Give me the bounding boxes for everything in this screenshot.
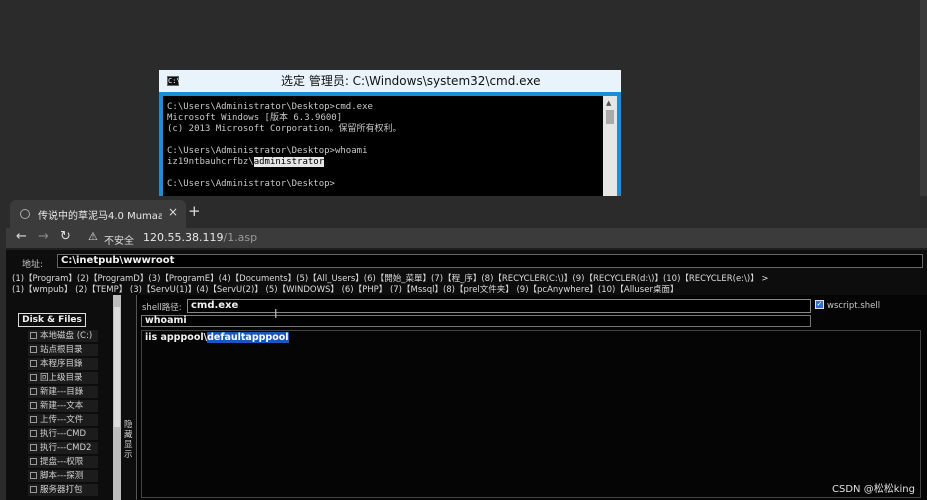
cmd-scroll-thumb[interactable] (606, 110, 614, 124)
sidebar-item[interactable]: 执行---CMD (28, 428, 98, 440)
browser-window: 传说中的草泥马4.0 Mumaasp.c × + ← → ↻ ⚠ 不安全 120… (6, 196, 927, 500)
terminal-icon (30, 444, 37, 451)
cmd-blank-line (167, 168, 599, 179)
terminal-icon (30, 430, 37, 437)
browser-toolbar: ← → ↻ ⚠ 不安全 120.55.38.119/1.asp (6, 228, 927, 248)
scroll-up-icon[interactable]: ▲ (606, 99, 611, 107)
upload-icon (30, 416, 37, 423)
cmd-line: (c) 2013 Microsoft Corporation。保留所有权利。 (167, 124, 402, 134)
sidebar-item[interactable]: 执行---CMD2 (28, 442, 98, 454)
folder-icon (30, 332, 37, 339)
sidebar-item-label: 本地磁盘 (C:) (40, 331, 93, 341)
url-path: /1.asp (223, 231, 258, 244)
sidebar-item-label: 执行---CMD2 (40, 443, 92, 453)
sidebar-item-label: 回上级目录 (40, 373, 83, 383)
wscript-label: wscript.shell (827, 301, 881, 311)
wscript-checkbox[interactable]: ✓ (815, 300, 824, 309)
sidebar-scrollbar[interactable] (113, 295, 121, 500)
cmd-line: C:\Users\Administrator\Desktop>whoami (167, 146, 368, 156)
tab-title: 传说中的草泥马4.0 Mumaasp.c (38, 211, 162, 222)
watermark: CSDN @松松king (832, 484, 915, 495)
file-icon (30, 402, 37, 409)
script-icon (30, 472, 37, 479)
sidebar-item[interactable]: 新建---文本 (28, 400, 98, 412)
cmd-line: C:\Users\Administrator\Desktop>cmd.exe (167, 102, 373, 112)
text-cursor-icon: I (274, 307, 278, 321)
folder-icon (30, 374, 37, 381)
new-tab-button[interactable]: + (188, 202, 201, 220)
cmd-whoami-output: iz19ntbauhcrfbz\administrator (167, 157, 599, 168)
cmd-scrollbar[interactable]: ▲ (603, 96, 617, 198)
sidebar-item-label: 新建---文本 (40, 401, 84, 411)
command-output[interactable]: iis apppool\defaultapppool (141, 330, 921, 498)
sidebar-item-label: 脚本---探测 (40, 471, 84, 481)
shortcut-links-row-2[interactable]: (1)【wmpub】 (2)【TEMP】 (3)【ServU(1)】(4)【Se… (12, 283, 678, 295)
security-label[interactable]: 不安全 (104, 232, 134, 247)
folder-icon (30, 346, 37, 353)
sidebar-item-label: 本程序目錄 (40, 359, 83, 369)
sidebar-item[interactable]: 本程序目錄 (28, 358, 98, 370)
sidebar-item[interactable]: 脚本---探测 (28, 470, 98, 482)
sidebar-item-label: 执行---CMD (40, 429, 87, 439)
cmd-console[interactable]: C:\Users\Administrator\Desktop>cmd.exe M… (163, 96, 603, 198)
url-bar[interactable]: 120.55.38.119/1.asp (143, 231, 257, 244)
cmd-blank-line (167, 135, 599, 146)
cmd-line: C:\Users\Administrator\Desktop> (167, 179, 335, 189)
sidebar-item-label: 新建---目錄 (40, 387, 84, 397)
sidebar-item-label: 服务器打包 (40, 485, 83, 495)
cmd-line: Microsoft Windows [版本 6.3.9600] (167, 113, 343, 123)
sidebar-scroll-thumb[interactable] (114, 307, 120, 427)
address-label: 地址: (22, 260, 44, 270)
reload-icon[interactable]: ↻ (60, 229, 71, 244)
forward-arrow-icon[interactable]: → (38, 229, 49, 244)
cmd-window[interactable]: C:\ 选定 管理员: C:\Windows\system32\cmd.exe … (159, 70, 621, 198)
command-input[interactable]: whoami (141, 315, 811, 327)
output-prefix: iis apppool\ (145, 332, 208, 343)
address-input[interactable]: C:\inetpub\wwwroot (57, 254, 923, 268)
folder-icon (30, 388, 37, 395)
url-host: 120.55.38.119 (143, 231, 224, 244)
sidebar-item-label: 提盘---权限 (40, 457, 84, 467)
desktop-edge (920, 0, 927, 198)
cmd-hostname: iz19ntbauhcrfbz\ (167, 157, 254, 167)
cmd-icon: C:\ (167, 76, 181, 86)
sidebar-item[interactable]: 上传---文件 (28, 414, 98, 426)
shell-path-label: shell路径: (142, 303, 182, 313)
globe-icon (20, 209, 30, 219)
key-icon (30, 458, 37, 465)
warning-icon[interactable]: ⚠ (88, 230, 98, 243)
folder-icon (30, 360, 37, 367)
close-icon[interactable]: × (168, 205, 178, 219)
output-selected-text: defaultapppool (207, 332, 289, 343)
page-content: 地址: C:\inetpub\wwwroot (1)【Program】(2)【P… (6, 250, 927, 500)
shell-panel: shell路径: cmd.exe ✓ wscript.shell whoami … (136, 295, 927, 500)
sidebar-item-label: 站点根目录 (40, 345, 83, 355)
sidebar-item[interactable]: 服务器打包 (28, 484, 98, 496)
cmd-title-text: 选定 管理员: C:\Windows\system32\cmd.exe (281, 74, 541, 88)
sidebar-title: Disk & Files (18, 313, 86, 327)
back-arrow-icon[interactable]: ← (16, 229, 27, 244)
sidebar-item[interactable]: 站点根目录 (28, 344, 98, 356)
toggle-sidebar-label[interactable]: 隐藏显示 (124, 420, 134, 460)
sidebar-item[interactable]: 提盘---权限 (28, 456, 98, 468)
cmd-selected-text: administrator (253, 157, 325, 167)
package-icon (30, 486, 37, 493)
browser-tab[interactable]: 传说中的草泥马4.0 Mumaasp.c × (10, 200, 186, 228)
sidebar-item[interactable]: 本地磁盘 (C:) (28, 330, 98, 342)
shell-path-input[interactable]: cmd.exe (187, 299, 811, 313)
sidebar: Disk & Files 本地磁盘 (C:) 站点根目录 本程序目錄 回上级目录… (14, 295, 112, 500)
cmd-title-bar[interactable]: C:\ 选定 管理员: C:\Windows\system32\cmd.exe (159, 70, 621, 92)
sidebar-item[interactable]: 回上级目录 (28, 372, 98, 384)
tab-strip: 传说中的草泥马4.0 Mumaasp.c × + (6, 196, 927, 228)
sidebar-item[interactable]: 新建---目錄 (28, 386, 98, 398)
sidebar-item-label: 上传---文件 (40, 415, 84, 425)
